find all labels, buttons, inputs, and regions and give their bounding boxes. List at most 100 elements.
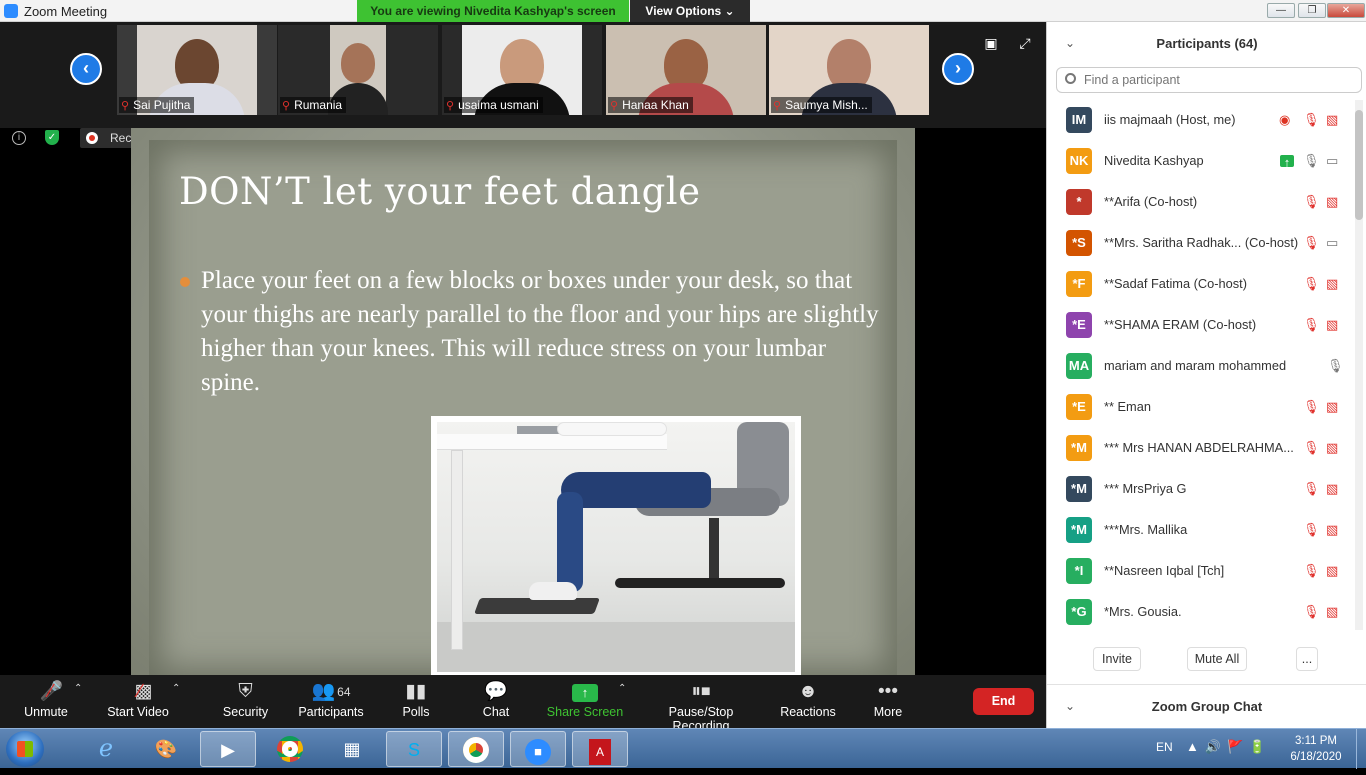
video-tile[interactable]: ⚲ Rumania (278, 25, 438, 115)
reactions-button[interactable]: ☻ Reactions (780, 679, 836, 725)
participant-name: **Nasreen Iqbal [Tch] (1104, 563, 1225, 578)
skype-icon[interactable]: S (386, 731, 442, 767)
participant-list-scrollbar[interactable] (1355, 100, 1363, 630)
unmute-button[interactable]: 🎤∕ Unmute (18, 679, 74, 725)
start-button[interactable] (6, 731, 44, 767)
video-tile[interactable]: ⚲ usaima usmani (442, 25, 602, 115)
reactions-icon: ☻ (798, 681, 818, 702)
mic-muted-icon: 🎙 (1303, 112, 1320, 127)
video-tile[interactable]: ⚲ Sai Pujitha (117, 25, 277, 115)
participant-name-tag: ⚲ Saumya Mish... (771, 97, 872, 113)
calculator-icon[interactable]: ▦ (324, 731, 380, 767)
share-screen-icon: ↑ (572, 684, 598, 702)
mic-muted-icon: 🎙 (1303, 194, 1320, 209)
minimize-button[interactable]: — (1267, 3, 1295, 18)
view-options-dropdown[interactable]: View Options ⌄ (630, 0, 750, 22)
window-title: Zoom Meeting (24, 4, 108, 19)
start-video-button[interactable]: ▩∕ Start Video (104, 679, 172, 725)
participant-row[interactable]: *E **SHAMA ERAM (Co-host) 🎙 ▧ (1047, 305, 1353, 346)
participant-avatar: *M (1066, 476, 1092, 502)
microphone-muted-icon: 🎤∕ (39, 681, 64, 702)
language-indicator[interactable]: EN (1156, 740, 1173, 754)
media-player-icon[interactable]: ▶ (200, 731, 256, 767)
participant-search-input[interactable] (1084, 71, 1344, 89)
pdf-reader-icon[interactable]: A (572, 731, 628, 767)
chat-button[interactable]: 💬 Chat (478, 679, 514, 725)
fullscreen-icon[interactable]: ⤢ (1017, 36, 1033, 50)
participant-row[interactable]: IM iis majmaah (Host, me) ◉ 🎙 ▧ (1047, 100, 1353, 141)
chat-title: Zoom Group Chat (1151, 699, 1263, 714)
share-screen-button[interactable]: ↑ Share Screen (546, 679, 624, 725)
video-off-icon: ▧ (1326, 563, 1339, 578)
more-button[interactable]: ••• More (870, 679, 906, 725)
show-desktop-button[interactable] (1356, 729, 1366, 769)
maximize-button[interactable]: ❐ (1298, 3, 1326, 18)
close-button[interactable]: ✕ (1327, 3, 1365, 18)
mic-muted-icon: 🎙 (1303, 522, 1320, 537)
system-tray-icons[interactable]: ▲🔊🚩🔋 (1186, 739, 1271, 755)
participant-row[interactable]: * **Arifa (Co-host) 🎙 ▧ (1047, 182, 1353, 223)
participant-avatar: *F (1066, 271, 1092, 297)
taskbar-clock[interactable]: 3:11 PM 6/18/2020 (1286, 733, 1346, 765)
participant-avatar: *S (1066, 230, 1092, 256)
participant-name-tag: ⚲ usaima usmani (444, 97, 543, 113)
participant-name: **Mrs. Saritha Radhak... (Co-host) (1104, 235, 1299, 250)
internet-explorer-icon[interactable]: ℯ (78, 731, 134, 767)
participants-button[interactable]: 👥 64 Participants (296, 679, 366, 725)
video-off-icon: ▧ (1326, 522, 1339, 537)
chrome-icon[interactable] (262, 731, 318, 767)
end-meeting-button[interactable]: End (973, 688, 1034, 715)
participant-row[interactable]: *E ** Eman 🎙 ▧ (1047, 387, 1353, 428)
slide-title: DON’T let your feet dangle (179, 170, 701, 213)
pause-stop-recording-button[interactable]: ⏸⏹ Pause/Stop Recording (640, 679, 762, 733)
participant-row[interactable]: *M *** Mrs HANAN ABDELRAHMA... 🎙 ▧ (1047, 428, 1353, 469)
video-off-icon: ▧ (1326, 317, 1339, 332)
mic-muted-icon: 🎙 (1303, 317, 1320, 332)
more-options-button[interactable]: ... (1296, 647, 1318, 671)
participant-name: *** MrsPriya G (1104, 481, 1187, 496)
chrome-window-icon[interactable] (448, 731, 504, 767)
next-page-button[interactable]: › (942, 53, 974, 85)
audio-options-caret[interactable]: ⌃ (74, 683, 82, 694)
share-options-caret[interactable]: ⌃ (618, 683, 626, 694)
mute-all-button[interactable]: Mute All (1187, 647, 1247, 671)
polls-button[interactable]: ▮▮ Polls (396, 679, 436, 725)
video-tile[interactable]: ⚲ Hanaa Khan (606, 25, 766, 115)
zoom-group-chat-header[interactable]: ⌄ Zoom Group Chat (1047, 684, 1366, 728)
participant-avatar: * (1066, 189, 1092, 215)
zoom-taskbar-icon[interactable]: ■ (510, 731, 566, 767)
participant-row[interactable]: *M *** MrsPriya G 🎙 ▧ (1047, 469, 1353, 510)
participant-row[interactable]: *G *Mrs. Gousia. 🎙 ▧ (1047, 592, 1353, 630)
meeting-toolbar: 🎤∕ Unmute ⌃ ▩∕ Start Video ⌃ ⛨ Security … (0, 675, 1046, 733)
shield-icon: ⛨ (238, 681, 253, 702)
participant-avatar: *M (1066, 435, 1092, 461)
participant-row[interactable]: *I **Nasreen Iqbal [Tch] 🎙 ▧ (1047, 551, 1353, 592)
participant-row[interactable]: *S **Mrs. Saritha Radhak... (Co-host) 🎙 ▭ (1047, 223, 1353, 264)
previous-page-button[interactable]: ‹ (70, 53, 102, 85)
participant-avatar: NK (1066, 148, 1092, 174)
invite-button[interactable]: Invite (1093, 647, 1141, 671)
participant-name: **SHAMA ERAM (Co-host) (1104, 317, 1257, 332)
participant-row[interactable]: MA mariam and maram mohammed 🎙 (1047, 346, 1353, 387)
video-options-caret[interactable]: ⌃ (172, 683, 180, 694)
layout-icon[interactable]: ▣ (983, 36, 999, 50)
info-icon[interactable]: i (12, 131, 26, 145)
participant-name: mariam and maram mohammed (1104, 358, 1287, 373)
video-off-icon: ▧ (1326, 276, 1339, 291)
video-tile[interactable]: ⚲ Saumya Mish... (769, 25, 929, 115)
participant-search (1056, 67, 1362, 93)
video-off-icon: ▧ (1326, 194, 1339, 209)
participant-row[interactable]: *M ***Mrs. Mallika 🎙 ▧ (1047, 510, 1353, 551)
participant-name: *Mrs. Gousia. (1104, 604, 1182, 619)
windows-taskbar: ℯ 🎨 ▶ ▦ S ■ A EN ▲🔊🚩🔋 3:11 PM 6/18/2020 (0, 728, 1366, 769)
participant-row[interactable]: NK Nivedita Kashyap ↑ 🎙 ▭ (1047, 141, 1353, 182)
encryption-shield-icon[interactable]: ✓ (45, 130, 59, 145)
video-off-icon: ▧ (1326, 112, 1339, 127)
clock-time: 3:11 PM (1295, 735, 1337, 747)
paint-icon[interactable]: 🎨 (138, 731, 194, 767)
clock-date: 6/18/2020 (1290, 751, 1342, 763)
mic-muted-icon: 🎙 (1303, 563, 1320, 578)
security-button[interactable]: ⛨ Security (218, 679, 273, 725)
participant-row[interactable]: *F **Sadaf Fatima (Co-host) 🎙 ▧ (1047, 264, 1353, 305)
participant-name-tag: ⚲ Rumania (280, 97, 347, 113)
